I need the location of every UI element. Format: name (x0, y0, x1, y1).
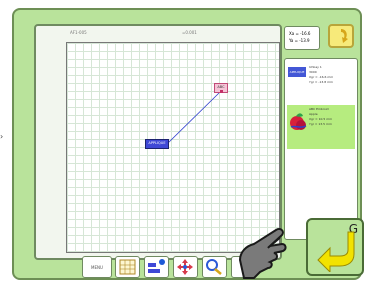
pattern-info-panel: APPLIQUE Ichbay 1 3000 Xgr = -16.6 mm Yg… (284, 58, 358, 240)
canvas-header-right: =0.001 (182, 30, 197, 35)
pattern-entry-details: ABC Embroid Apple Xgr = 10.5 mm Ygr = 13… (309, 107, 333, 126)
embroidery-pattern-applique[interactable]: APPLIQUE (145, 139, 169, 149)
text-layout-icon (148, 259, 165, 273)
grid-button[interactable] (115, 256, 140, 278)
coordinate-readout: Xa = -16.6 Ya = -13.9 (284, 26, 320, 50)
pattern-entry-1[interactable]: APPLIQUE Ichbay 1 3000 Xgr = -16.6 mm Yg… (287, 63, 355, 107)
move-button[interactable] (173, 256, 198, 278)
bottom-toolbar: MENU (82, 256, 262, 280)
pattern-thumbnail: APPLIQUE (288, 67, 306, 77)
pattern-entry-2[interactable]: ABC Embroid Apple Xgr = 10.5 mm Ygr = 13… (287, 105, 355, 149)
grid-icon (119, 259, 136, 275)
enter-button[interactable]: G (306, 218, 364, 276)
menu-button[interactable]: MENU (82, 256, 112, 278)
enter-arrow-icon (317, 231, 355, 272)
pattern-entry-details: Ichbay 1 3000 Xgr = -16.6 mm Ygr = -13.8… (309, 65, 334, 84)
coordinate-y: Ya = -13.9 (289, 38, 310, 43)
left-pointer-mark: › (0, 132, 4, 141)
zoom-button[interactable] (202, 256, 227, 278)
magnifier-icon (206, 259, 222, 275)
move-arrows-icon (177, 259, 193, 275)
pointing-hand-icon (238, 227, 287, 279)
selection-handle[interactable] (220, 90, 223, 93)
coordinate-x: Xa = -16.6 (289, 31, 311, 36)
text-layout-button[interactable] (144, 256, 169, 278)
canvas-header-left: AF1-005 (70, 30, 87, 35)
rotate-arrow-icon (341, 29, 348, 43)
rotate-button[interactable] (328, 24, 354, 48)
apple-design-thumbnail (290, 113, 307, 130)
